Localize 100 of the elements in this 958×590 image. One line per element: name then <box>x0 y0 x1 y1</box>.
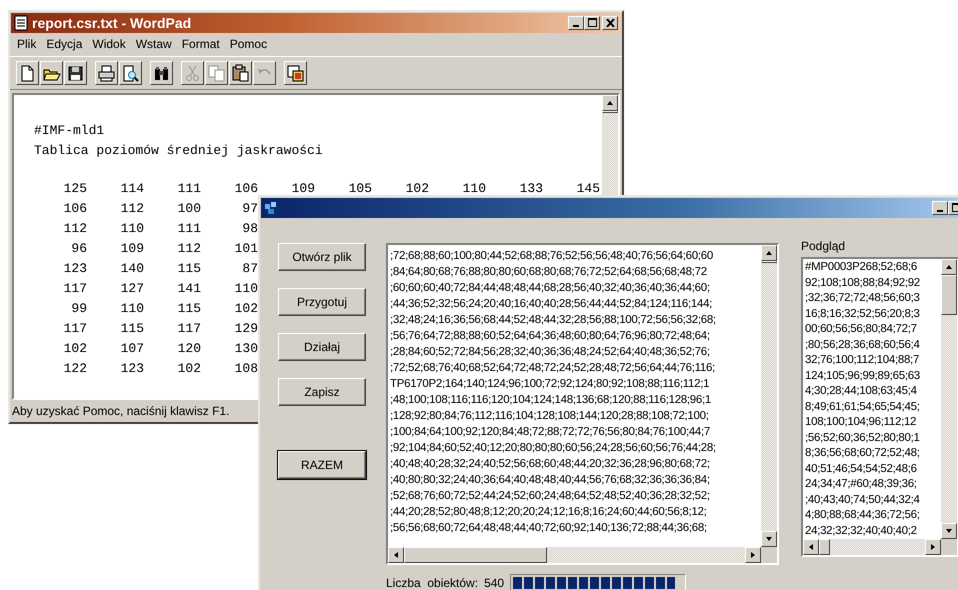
menu-item[interactable]: Plik <box>12 37 42 51</box>
table-value: 106 <box>234 180 259 198</box>
toolbar-button[interactable] <box>95 61 118 85</box>
table-value: 117 <box>62 280 88 298</box>
scroll-thumb[interactable] <box>941 275 957 315</box>
table-value: 145 <box>576 180 601 198</box>
list-line: ;72;68;88;60;100;80;44;52;68;88;76;52;56;56;48;40;76;56;64;60;60 <box>390 249 713 264</box>
scroll-right-button[interactable] <box>925 539 941 555</box>
copy-pages-icon <box>208 65 224 81</box>
document-icon <box>14 15 28 31</box>
list-line: ;92;104;84;60;52;40;12;20;80;80;80;60;56;24;28;56;60;56;76;44;28; <box>390 441 716 456</box>
close-button[interactable] <box>602 16 618 30</box>
scroll-up-button[interactable] <box>761 245 777 261</box>
scroll-up-button[interactable] <box>941 259 957 275</box>
minimize-icon <box>937 210 943 212</box>
document-line: #IMF-mld1 <box>34 122 104 140</box>
list-line: ;48;100;108;116;116;120;104;124;148;136;68;120;88;116;128;96;1 <box>390 393 711 408</box>
table-value: 105 <box>348 180 373 198</box>
action-button[interactable]: Zapisz <box>278 378 366 406</box>
table-value: 133 <box>518 180 544 198</box>
arrow-up-icon <box>765 249 773 257</box>
table-value: 109 <box>290 180 316 198</box>
action-button[interactable]: Otwórz plik <box>278 243 366 271</box>
list-line: ;52;68;76;60;72;52;44;24;52;60;24;48;64;52;48;52;40;36;28;32;52; <box>390 489 710 504</box>
menu-item[interactable]: Pomoc <box>224 37 272 51</box>
scroll-up-button[interactable] <box>602 95 618 111</box>
scroll-thumb[interactable] <box>404 547 548 563</box>
scroll-thumb[interactable] <box>761 261 777 263</box>
page-magnifier-icon <box>124 65 139 82</box>
maximize-button[interactable] <box>584 16 600 30</box>
toolbar-button[interactable] <box>64 61 87 85</box>
list-line: ;32;48;24;16;36;56;68;44;52;48;44;32;28;56;88;100;72;56;56;32;68; <box>390 313 716 328</box>
arrow-down-icon <box>945 527 953 535</box>
action-button[interactable]: Przygotuj <box>278 288 366 316</box>
menu-item[interactable]: Widok <box>87 37 131 51</box>
table-value: 115 <box>120 320 145 338</box>
minimize-button[interactable] <box>932 201 948 215</box>
table-value: 123 <box>120 360 145 378</box>
action-button[interactable]: RAZEM <box>278 451 366 479</box>
table-value: 127 <box>120 280 145 298</box>
list-line: ;128;92;80;84;76;112;116;104;128;108;144;120;28;88;108;72;100; <box>390 409 709 424</box>
scrollbar[interactable] <box>803 539 941 555</box>
scroll-down-button[interactable] <box>761 531 777 547</box>
table-value: 115 <box>176 260 202 278</box>
table-value: 117 <box>176 320 202 338</box>
scrollbar[interactable] <box>388 547 761 563</box>
maximize-icon <box>588 18 596 27</box>
toolbar-button[interactable] <box>40 61 63 85</box>
preview-line: ;40;43;40;74;50;44;32;4 <box>805 492 920 508</box>
list-line: ;56;56;68;60;72;64;48;48;44;40;72;60;92;140;136;72;88;44;36;68; <box>390 521 707 536</box>
table-value: 125 <box>62 180 88 198</box>
scrollbar-corner <box>941 539 957 555</box>
toolbar-button[interactable] <box>284 61 307 85</box>
scrollbar[interactable] <box>761 245 777 547</box>
toolbar-button[interactable] <box>150 61 173 85</box>
preview-line: ;32;36;72;72;48;56;60;3 <box>805 291 920 306</box>
scroll-thumb[interactable] <box>819 539 830 555</box>
preview-line: 4;80;88;68;44;36;72;56; <box>805 508 920 523</box>
scrollbar-corner <box>761 547 777 563</box>
list-line: ;60;60;60;40;72;84;44;48;48;44;68;28;56;40;32;40;36;40;36;44;60; <box>390 281 710 296</box>
scroll-right-button[interactable] <box>745 547 761 563</box>
table-value: 87 <box>241 260 259 278</box>
action-button[interactable]: Działaj <box>278 333 366 361</box>
list-line: ;84;64;80;68;76;88;80;80;60;68;80;68;76;72;52;64;68;56;68;48;72 <box>390 265 707 280</box>
table-value: 102 <box>176 360 202 378</box>
scroll-left-button[interactable] <box>803 539 819 555</box>
insert-object-icon <box>288 65 304 81</box>
table-value: 112 <box>62 220 88 238</box>
menu-item[interactable]: Edycja <box>41 37 88 51</box>
data-list[interactable] <box>386 243 779 565</box>
arrow-up-icon <box>606 99 614 107</box>
preview-box[interactable] <box>801 257 958 557</box>
list-line: ;72;52;68;76;40;68;52;64;72;48;72;24;52;28;48;72;56;64;44;76;116; <box>390 361 715 376</box>
list-line: ;44;20;28;52;80;48;8;12;20;20;24;12;16;8;16;24;60;44;60;56;8;12; <box>390 505 707 520</box>
table-value: 111 <box>176 180 202 198</box>
table-value: 97 <box>241 200 259 218</box>
preview-line: #MP0003P268;52;68;6 <box>805 260 917 275</box>
preview-line: 8;49;61;61;54;65;54;45; <box>805 400 920 414</box>
toolbar-button[interactable] <box>16 61 39 85</box>
minimize-button[interactable] <box>568 16 584 30</box>
list-line: TP6170P2;164;140;124;96;100;72;92;124;80;92;108;88;116;112;1 <box>390 377 710 392</box>
toolbar-button[interactable] <box>229 61 252 85</box>
table-value: 120 <box>176 340 202 358</box>
list-line: ;28;84;60;52;72;84;56;28;32;40;36;36;48;24;52;64;40;48;36;52;76; <box>390 345 710 360</box>
table-value: 109 <box>120 240 145 258</box>
scroll-left-button[interactable] <box>388 547 404 563</box>
menu-item[interactable]: Wstaw <box>130 37 177 51</box>
preview-label: Podgląd <box>801 239 846 253</box>
menu-item[interactable]: Format <box>176 37 225 51</box>
table-value: 110 <box>120 300 145 318</box>
scrollbar[interactable] <box>941 259 957 539</box>
toolbar-button[interactable] <box>119 61 142 85</box>
scroll-thumb[interactable] <box>602 111 618 113</box>
scroll-down-button[interactable] <box>941 523 957 539</box>
binoculars-icon <box>155 66 168 80</box>
arrow-up-icon <box>945 263 953 271</box>
table-value: 130 <box>234 340 259 358</box>
preview-line: 24;32;32;32;40;40;40;2 <box>805 524 917 538</box>
table-value: 99 <box>70 300 88 318</box>
table-value: 100 <box>176 200 202 218</box>
